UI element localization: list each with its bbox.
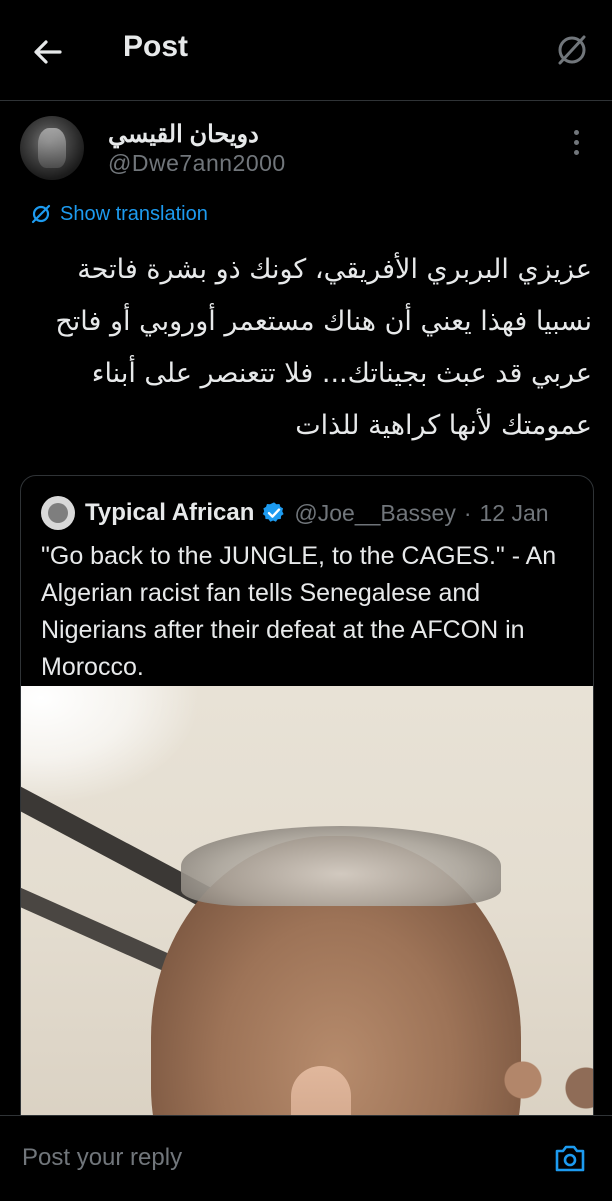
media-person-hair (181, 826, 501, 906)
quoted-video-thumbnail[interactable] (21, 686, 593, 1176)
quoted-post-header: Typical African @Joe__Bassey · 12 Jan (85, 496, 549, 530)
quoted-post-text: "Go back to the JUNGLE, to the CAGES." -… (41, 542, 557, 681)
reply-bar: Post your reply (0, 1115, 612, 1201)
reply-input[interactable]: Post your reply (22, 1144, 182, 1172)
author-handle[interactable]: @Dwe7ann2000 (108, 150, 286, 177)
translate-off-icon[interactable] (552, 30, 592, 70)
top-bar: Post (0, 0, 612, 100)
camera-icon[interactable] (552, 1140, 588, 1176)
media-light (21, 686, 201, 806)
header-divider (0, 100, 612, 101)
dot-separator: · (463, 499, 472, 526)
author-avatar[interactable] (20, 116, 84, 180)
translate-icon (31, 204, 51, 224)
author-display-name[interactable]: دويحان القيسي (108, 120, 259, 149)
more-options-icon[interactable] (566, 130, 586, 160)
back-arrow-icon[interactable] (26, 30, 70, 74)
page-title: Post (123, 30, 189, 63)
verified-badge-icon (263, 502, 284, 522)
quoted-post-date: 12 Jan (479, 499, 549, 526)
avatar-figure (38, 128, 66, 168)
show-translation-link[interactable]: Show translation (30, 200, 208, 228)
post-text: عزيزي البربري الأفريقي، كونك ذو بشرة فات… (55, 254, 592, 441)
quoted-author-name[interactable]: Typical African (85, 499, 254, 527)
show-translation-label: Show translation (60, 202, 208, 225)
quoted-author-handle[interactable]: @Joe__Bassey (294, 500, 455, 527)
quoted-post[interactable]: Typical African @Joe__Bassey · 12 Jan "G… (20, 475, 594, 1177)
quoted-author-avatar[interactable] (41, 496, 75, 530)
